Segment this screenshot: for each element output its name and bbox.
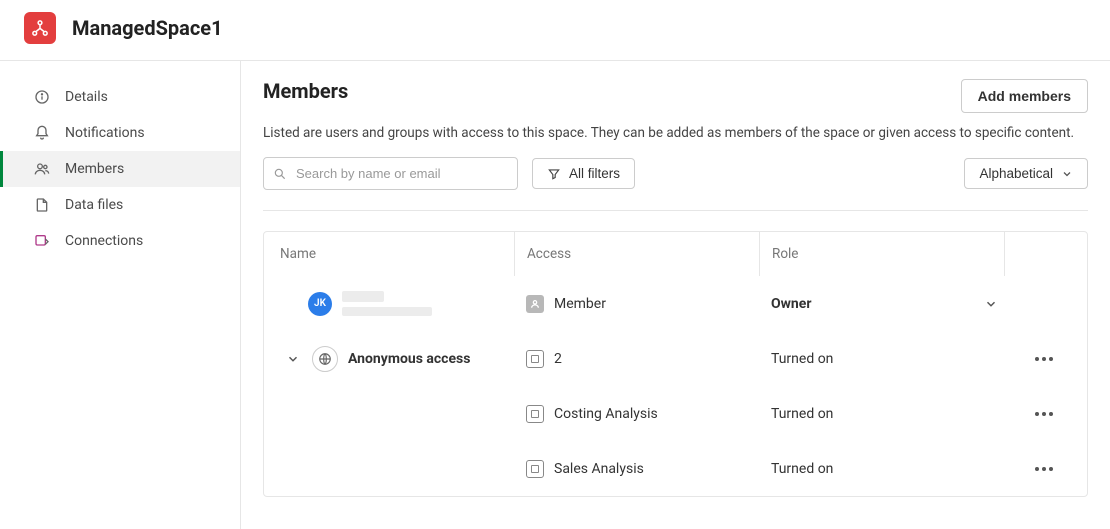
connections-icon bbox=[33, 233, 51, 249]
row-name: Anonymous access bbox=[348, 351, 470, 367]
member-badge-icon bbox=[526, 295, 544, 313]
sidebar: Details Notifications Members Data files… bbox=[0, 61, 240, 529]
file-icon bbox=[33, 197, 51, 213]
col-role: Role bbox=[759, 232, 1004, 276]
sidebar-item-connections[interactable]: Connections bbox=[0, 223, 240, 259]
toolbar: All filters Alphabetical bbox=[263, 157, 1088, 211]
page-header: ManagedSpace1 bbox=[0, 0, 1110, 61]
more-actions[interactable] bbox=[1016, 412, 1072, 416]
role-value: Owner bbox=[771, 296, 811, 312]
table-row: Anonymous access 2 Turned on bbox=[264, 331, 1087, 386]
access-value: Costing Analysis bbox=[554, 406, 658, 422]
row-actions bbox=[1004, 292, 1084, 316]
sort-label: Alphabetical bbox=[979, 166, 1053, 181]
sidebar-item-label: Data files bbox=[65, 197, 123, 213]
sidebar-item-notifications[interactable]: Notifications bbox=[0, 115, 240, 151]
space-title: ManagedSpace1 bbox=[72, 16, 223, 40]
chevron-down-icon bbox=[1061, 168, 1073, 180]
access-value: 2 bbox=[554, 351, 562, 367]
app-icon bbox=[526, 405, 544, 423]
search-icon bbox=[273, 167, 287, 181]
col-access: Access bbox=[514, 232, 759, 276]
table-header: Name Access Role bbox=[264, 232, 1087, 276]
filter-icon bbox=[547, 167, 561, 181]
redacted-name bbox=[342, 291, 432, 316]
table-row: JK Member Owner bbox=[264, 276, 1087, 331]
access-value: Member bbox=[554, 296, 606, 312]
info-icon bbox=[33, 89, 51, 105]
expand-toggle[interactable] bbox=[284, 350, 302, 368]
sort-button[interactable]: Alphabetical bbox=[964, 158, 1088, 189]
page-title: Members bbox=[263, 79, 348, 103]
sidebar-item-members[interactable]: Members bbox=[0, 151, 240, 187]
all-filters-button[interactable]: All filters bbox=[532, 158, 635, 189]
page-description: Listed are users and groups with access … bbox=[263, 125, 1088, 141]
add-members-button[interactable]: Add members bbox=[961, 79, 1088, 113]
avatar: JK bbox=[308, 292, 332, 316]
members-icon bbox=[33, 161, 51, 177]
bell-icon bbox=[33, 125, 51, 141]
main-content: Members Add members Listed are users and… bbox=[240, 61, 1110, 529]
globe-icon bbox=[312, 346, 338, 372]
access-value: Sales Analysis bbox=[554, 461, 644, 477]
sidebar-item-label: Details bbox=[65, 89, 108, 105]
sidebar-item-label: Members bbox=[65, 161, 124, 177]
role-value: Turned on bbox=[771, 406, 833, 422]
filter-label: All filters bbox=[569, 166, 620, 181]
col-actions bbox=[1004, 232, 1084, 276]
space-icon bbox=[24, 12, 56, 44]
role-value: Turned on bbox=[771, 351, 833, 367]
table-row: Costing Analysis Turned on bbox=[264, 386, 1087, 441]
sidebar-item-data-files[interactable]: Data files bbox=[0, 187, 240, 223]
more-actions[interactable] bbox=[1016, 467, 1072, 471]
members-table: Name Access Role JK Mem bbox=[263, 231, 1088, 497]
sidebar-item-details[interactable]: Details bbox=[0, 79, 240, 115]
role-value: Turned on bbox=[771, 461, 833, 477]
col-name: Name bbox=[264, 232, 514, 276]
role-dropdown[interactable] bbox=[978, 291, 1004, 317]
table-row: Sales Analysis Turned on bbox=[264, 441, 1087, 496]
sidebar-item-label: Notifications bbox=[65, 125, 145, 141]
sidebar-item-label: Connections bbox=[65, 233, 143, 249]
app-icon bbox=[526, 350, 544, 368]
more-actions[interactable] bbox=[1016, 357, 1072, 361]
app-icon bbox=[526, 460, 544, 478]
search-input[interactable] bbox=[263, 157, 518, 190]
